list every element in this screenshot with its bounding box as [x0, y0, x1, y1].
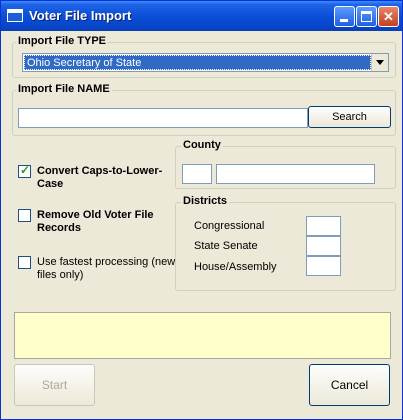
state-senate-district-input[interactable]: [306, 236, 341, 256]
fastest-processing-checkbox[interactable]: [18, 256, 31, 269]
remove-old-label[interactable]: Remove Old Voter File Records: [37, 209, 187, 235]
start-button[interactable]: Start: [14, 364, 95, 406]
fastest-processing-label[interactable]: Use fastest processing (new files only): [37, 256, 187, 282]
county-name-input[interactable]: [216, 164, 375, 184]
convert-case-label[interactable]: Convert Caps-to-Lower-Case: [37, 165, 187, 191]
close-icon: ✕: [383, 9, 394, 24]
window-icon: [7, 9, 23, 22]
import-file-name-input[interactable]: [18, 108, 308, 128]
maximize-icon: [361, 11, 372, 22]
import-type-select[interactable]: Ohio Secretary of State: [22, 53, 389, 72]
import-type-label: Import File TYPE: [16, 35, 109, 47]
search-button[interactable]: Search: [308, 106, 391, 128]
districts-label: Districts: [181, 195, 230, 207]
county-code-input[interactable]: [182, 164, 212, 184]
import-name-label: Import File NAME: [16, 83, 112, 95]
county-label: County: [181, 139, 223, 151]
chevron-down-icon[interactable]: [371, 54, 388, 71]
congressional-label: Congressional: [194, 220, 265, 232]
remove-old-checkbox[interactable]: [18, 209, 31, 222]
cancel-button[interactable]: Cancel: [309, 364, 390, 406]
minimize-icon: [340, 19, 348, 22]
maximize-button[interactable]: [356, 6, 377, 27]
voter-file-import-window: Voter File Import ✕ Import File TYPE Ohi…: [0, 0, 403, 420]
state-senate-label: State Senate: [194, 240, 258, 252]
title-bar[interactable]: Voter File Import ✕: [1, 1, 402, 31]
status-message-area: [14, 312, 391, 359]
close-button[interactable]: ✕: [378, 6, 399, 27]
window-title: Voter File Import: [29, 8, 132, 23]
minimize-button[interactable]: [334, 6, 355, 27]
house-assembly-district-input[interactable]: [306, 256, 341, 276]
import-type-selected-value: Ohio Secretary of State: [24, 55, 371, 70]
congressional-district-input[interactable]: [306, 216, 341, 236]
house-assembly-label: House/Assembly: [194, 261, 277, 273]
checkmark-icon: ✓: [20, 163, 31, 177]
convert-case-checkbox[interactable]: ✓: [18, 163, 31, 178]
